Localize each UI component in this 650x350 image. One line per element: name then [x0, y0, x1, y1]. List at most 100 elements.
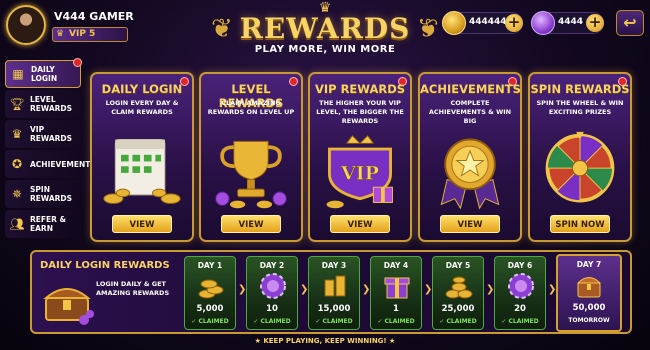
top-bar: V444 GAMER ♛ VIP 5 ❦ ❦ ♛ REWARDS PLAY MO…	[0, 0, 650, 55]
day-label: DAY 6	[507, 261, 533, 270]
vip-rewards-card[interactable]: VIP REWARDS THE HIGHER YOUR VIP LEVEL, T…	[308, 72, 412, 242]
trophy-icon: 🏆︎	[9, 97, 25, 111]
day-reward-5[interactable]: DAY 5 25,000 ✓ CLAIMED	[432, 256, 484, 330]
sidebar-item-label: LEVEL REWARDS	[30, 95, 73, 113]
add-coins-button[interactable]: +	[505, 14, 523, 32]
sidebar-item-label: DAILY LOGIN	[31, 65, 58, 83]
calendar-illustration	[103, 139, 181, 204]
day-reward-6[interactable]: DAY 6 20 ✓ CLAIMED	[494, 256, 546, 330]
day-status: ✓ CLAIMED	[315, 318, 353, 325]
level-rewards-card[interactable]: LEVEL REWARDS CLAIM AMAZING REWARDS ON L…	[199, 72, 303, 242]
laurel-left-icon: ❦	[211, 14, 233, 44]
card-title: ACHIEVEMENTS	[420, 82, 521, 96]
day-status: TOMORROW	[568, 317, 610, 324]
card-title: DAILY LOGIN	[101, 82, 183, 96]
coin-icon	[442, 11, 466, 35]
wheel-icon: ✵	[11, 187, 23, 201]
day-reward-amount: 10	[266, 304, 278, 314]
daily-login-rewards-panel: DAILY LOGIN REWARDS LOGIN DAILY & GET AM…	[30, 250, 632, 334]
add-gems-button[interactable]: +	[586, 14, 604, 32]
sidebar-item-vip-rewards[interactable]: ♛ VIP REWARDS	[5, 120, 81, 148]
coin-stack-icon	[324, 275, 346, 297]
treasure-chest-icon	[576, 277, 602, 298]
daily-login-card[interactable]: DAILY LOGIN LOGIN EVERY DAY & CLAIM REWA…	[90, 72, 194, 242]
calendar-icon: ▦	[12, 67, 24, 81]
avatar[interactable]	[6, 5, 46, 45]
gem-balance: 4444 +	[531, 11, 604, 35]
purple-chip-icon	[260, 273, 286, 299]
day-reward-amount: 15,000	[317, 304, 351, 314]
sidebar-item-achievements[interactable]: ✪ ACHIEVEMENTS	[5, 150, 96, 178]
achievements-view-button[interactable]: VIEW	[440, 215, 500, 233]
medal-icon: ✪	[11, 157, 23, 171]
card-description: SPIN THE WHEEL & WIN EXCITING PRIZES	[536, 99, 624, 116]
vip-badge-text: VIP	[340, 162, 379, 185]
card-title: VIP REWARDS	[314, 82, 406, 96]
footer-tagline: ★ KEEP PLAYING, KEEP WINNING! ★	[254, 337, 396, 345]
daily-login-view-button[interactable]: VIEW	[112, 215, 172, 233]
player-profile[interactable]: V444 GAMER ♛ VIP 5	[6, 5, 136, 45]
crown-icon: ♛	[56, 29, 65, 39]
sidebar-item-spin-rewards[interactable]: ✵ SPIN REWARDS	[5, 180, 81, 208]
sidebar-item-label: VIP REWARDS	[30, 125, 73, 143]
card-description: THE HIGHER YOUR VIP LEVEL, THE BIGGER TH…	[316, 99, 404, 125]
back-button[interactable]: ↩	[616, 10, 644, 36]
sidebar-item-label: ACHIEVEMENTS	[30, 159, 96, 169]
day-reward-4[interactable]: DAY 4 1 ✓ CLAIMED	[370, 256, 422, 330]
trophy-illustration	[215, 140, 287, 209]
spin-now-button[interactable]: SPIN NOW	[550, 215, 610, 233]
gift-box-icon	[384, 277, 410, 299]
day-label: DAY 4	[383, 261, 409, 270]
day-status: ✓ CLAIMED	[191, 318, 229, 325]
level-rewards-view-button[interactable]: VIEW	[221, 215, 281, 233]
coin-balance: 444444 +	[442, 11, 523, 35]
laurel-right-icon: ❦	[417, 14, 439, 44]
sidebar-item-daily-login[interactable]: ▦ DAILY LOGIN	[5, 58, 82, 88]
page-subtitle: PLAY MORE, WIN MORE	[254, 44, 396, 55]
gem-chip-icon	[531, 11, 555, 35]
vip-badge-illustration: VIP	[326, 134, 393, 209]
sidebar-item-label: REFER & EARN	[30, 215, 67, 233]
day-reward-amount: 25,000	[441, 304, 475, 314]
rewards-sidebar: ▦ DAILY LOGIN 🏆︎ LEVEL REWARDS ♛ VIP REW…	[5, 58, 96, 248]
day-label: DAY 7	[576, 260, 602, 269]
day-reward-amount: 1	[393, 304, 399, 314]
day-status: ✓ CLAIMED	[501, 318, 539, 325]
day-status: ✓ CLAIMED	[377, 318, 415, 325]
users-icon: 👥︎	[9, 217, 25, 231]
spin-rewards-card[interactable]: SPIN REWARDS SPIN THE WHEEL & WIN EXCITI…	[528, 72, 632, 242]
day-label: DAY 5	[445, 261, 471, 270]
day-reward-3[interactable]: DAY 3 15,000 ✓ CLAIMED	[308, 256, 360, 330]
notification-dot	[73, 58, 82, 67]
purple-chip-icon	[508, 273, 534, 299]
coin-stack-icon	[445, 276, 473, 299]
sidebar-item-refer-earn[interactable]: 👥︎ REFER & EARN	[5, 210, 81, 238]
day-reward-amount: 5,000	[196, 304, 224, 314]
page-title: REWARDS	[239, 12, 411, 45]
card-title: SPIN REWARDS	[530, 82, 630, 96]
day-reward-7[interactable]: DAY 7 50,000 TOMORROW	[556, 254, 622, 332]
coin-stack-icon	[198, 279, 224, 299]
day-status: ✓ CLAIMED	[253, 318, 291, 325]
achievements-card[interactable]: ACHIEVEMENTS COMPLETE ACHIEVEMENTS & WIN…	[418, 72, 522, 242]
day-label: DAY 3	[321, 261, 347, 270]
day-status: ✓ CLAIMED	[439, 318, 477, 325]
daily-login-rewards-title: DAILY LOGIN REWARDS	[40, 260, 170, 271]
vip-level-label: VIP 5	[69, 29, 96, 39]
achievement-medal-illustration	[440, 138, 500, 210]
gem-amount: 4444	[558, 17, 584, 27]
coin-amount: 444444	[469, 17, 507, 27]
day-reward-2[interactable]: DAY 2 10 ✓ CLAIMED	[246, 256, 298, 330]
crown-icon: ♛	[11, 127, 23, 141]
vip-level-badge: ♛ VIP 5	[52, 27, 128, 42]
vip-rewards-view-button[interactable]: VIEW	[330, 215, 390, 233]
day-label: DAY 1	[197, 261, 223, 270]
treasure-chest-icon	[43, 288, 94, 325]
daily-login-rewards-description: LOGIN DAILY & GET AMAZING REWARDS	[96, 280, 170, 297]
sidebar-item-level-rewards[interactable]: 🏆︎ LEVEL REWARDS	[5, 90, 81, 118]
spin-wheel-illustration	[545, 131, 615, 203]
username: V444 GAMER	[54, 10, 134, 23]
day-label: DAY 2	[259, 261, 285, 270]
day-reward-1[interactable]: DAY 1 5,000 ✓ CLAIMED	[184, 256, 236, 330]
sidebar-item-label: SPIN REWARDS	[30, 185, 73, 203]
